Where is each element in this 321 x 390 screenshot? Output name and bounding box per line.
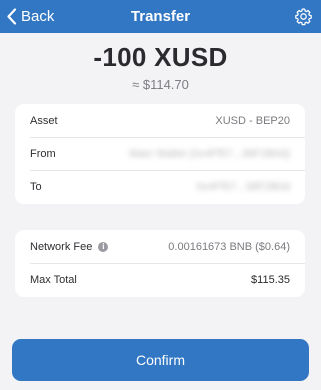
confirm-button[interactable]: Confirm [12,339,309,381]
network-fee-label: Network Fee [30,240,93,253]
fiat-equivalent: ≈ $114.70 [132,77,189,92]
max-total-label: Max Total [30,273,77,286]
back-label: Back [21,8,55,25]
navigation-bar: Back Transfer [0,0,321,33]
fees-card: Network Fee i 0.00161673 BNB ($0.64) Max… [15,230,305,297]
from-address: Main Wallet (0x4Ff57...38F2B0d) [129,147,290,160]
gear-icon[interactable] [294,7,313,26]
from-row: From Main Wallet (0x4Ff57...38F2B0d) [15,137,305,170]
network-fee-label-group: Network Fee i [30,240,109,253]
to-row: To 0x4Ff57...38F2B0d [15,170,305,203]
transfer-details-card: Asset XUSD - BEP20 From Main Wallet (0x4… [15,104,305,204]
chevron-left-icon [7,8,17,25]
asset-label: Asset [30,114,58,127]
network-fee-row: Network Fee i 0.00161673 BNB ($0.64) [15,230,305,263]
network-fee-value: 0.00161673 BNB ($0.64) [168,240,290,253]
info-icon[interactable]: i [98,241,109,252]
max-total-value: $115.35 [251,273,290,286]
to-label: To [30,180,42,193]
max-total-row: Max Total $115.35 [15,263,305,296]
from-label: From [30,147,56,160]
asset-row: Asset XUSD - BEP20 [15,104,305,137]
asset-value: XUSD - BEP20 [215,114,290,127]
to-address: 0x4Ff57...38F2B0d [196,180,290,193]
transfer-amount: -100 XUSD [93,42,228,72]
back-button[interactable]: Back [6,0,54,33]
